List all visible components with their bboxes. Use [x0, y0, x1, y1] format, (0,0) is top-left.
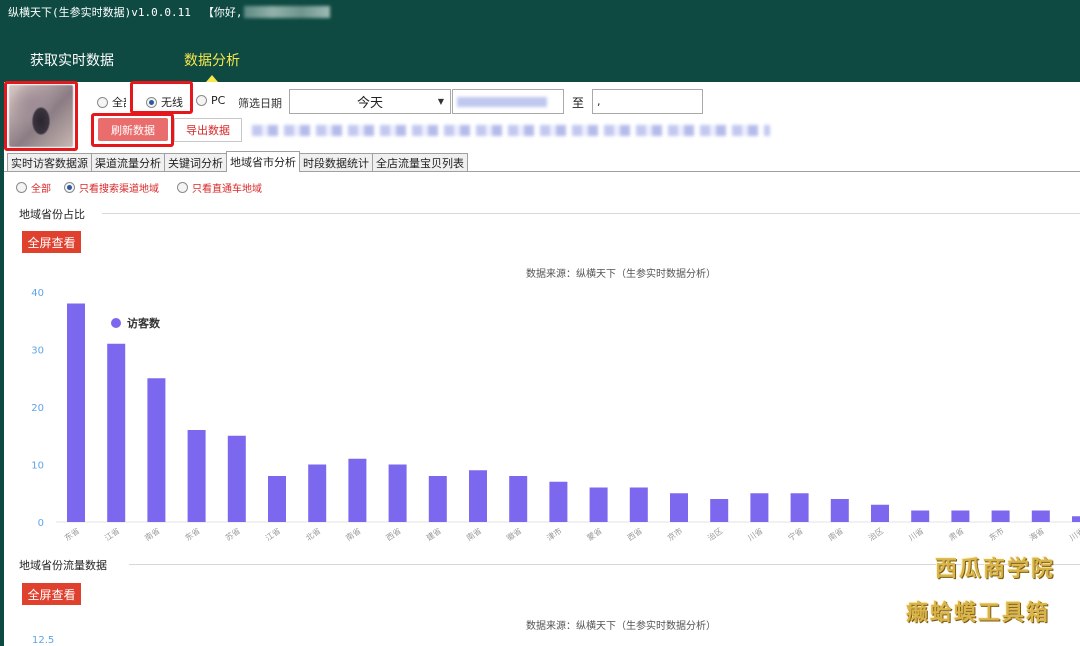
x-tick-label-6: 北省: [304, 525, 323, 542]
x-tick-label-16: 治区: [706, 525, 725, 542]
main-nav: 获取实时数据 数据分析: [0, 24, 1080, 82]
x-tick-label-22: 肃省: [947, 525, 966, 542]
bar-13[interactable]: [589, 487, 608, 523]
y-tick-label-4: 40: [31, 288, 44, 299]
watermark-line-2: 癞蛤蟆工具箱: [906, 600, 1051, 626]
bar-9[interactable]: [428, 476, 447, 522]
bar-14[interactable]: [629, 487, 648, 523]
x-tick-label-1: 江省: [103, 525, 122, 542]
watermark-line-1: 西瓜商学院: [935, 556, 1056, 582]
bar-3[interactable]: [187, 430, 206, 522]
bar-19[interactable]: [830, 499, 849, 522]
bar-24[interactable]: [1031, 510, 1050, 523]
x-tick-label-23: 东市: [987, 525, 1006, 542]
y-tick-label-3: 30: [31, 346, 44, 357]
fullscreen-button-2[interactable]: 全屏查看: [22, 583, 81, 605]
bar-20[interactable]: [871, 504, 889, 522]
bar-8[interactable]: [388, 464, 407, 523]
x-tick-label-14: 西省: [625, 525, 644, 542]
x-tick-label-5: 江省: [263, 525, 282, 542]
section-title-province-traffic: 地域省份流量数据: [19, 559, 107, 572]
y-tick-label-1: 10: [31, 461, 44, 472]
x-tick-label-21: 川省: [907, 525, 926, 542]
bar-5[interactable]: [268, 476, 286, 522]
bar-16[interactable]: [710, 499, 729, 522]
x-tick-label-7: 南省: [344, 525, 363, 542]
bar-11[interactable]: [509, 476, 528, 522]
x-tick-label-3: 东省: [183, 525, 202, 542]
bar-12[interactable]: [549, 481, 568, 522]
bar-18[interactable]: [790, 493, 809, 522]
bar-15[interactable]: [670, 493, 688, 522]
tab-data-analysis[interactable]: 数据分析: [184, 50, 240, 70]
x-tick-label-10: 南省: [464, 525, 483, 542]
x-tick-label-11: 徽省: [505, 525, 524, 542]
blurred-username: [244, 6, 331, 18]
legend-label: 访客数: [127, 316, 161, 330]
bar-17[interactable]: [750, 493, 769, 522]
x-tick-label-8: 西省: [384, 525, 403, 542]
x-tick-label-9: 建省: [424, 525, 443, 542]
province-bar-chart: 0 10 20 30 40 东省 江省 南省 东省 苏省 江省 北省 南省 西省 建省 南省 徽省 津市 蒙省 西省 京…: [31, 288, 1080, 543]
x-tick-label-2: 南省: [143, 525, 162, 542]
legend-marker[interactable]: [111, 318, 121, 328]
bar-4[interactable]: [227, 435, 246, 522]
x-tick-label-17: 川省: [746, 525, 765, 542]
x-tick-label-13: 蒙省: [585, 525, 604, 542]
chart-source-label-2: 数据来源：纵横天下（生参实时数据分析）: [526, 621, 716, 632]
x-tick-label-19: 南省: [826, 525, 845, 542]
bar-2[interactable]: [147, 378, 166, 522]
main-panel: 全部 无线 PC 筛选日期 今天 ▼ 至 , 刷新数据 导出数据 实时访客数据源…: [4, 81, 1080, 646]
window-title: 纵横天下(生参实时数据)v1.0.0.11: [8, 6, 191, 19]
tab-realtime-data[interactable]: 获取实时数据: [30, 50, 114, 70]
bar-22[interactable]: [951, 510, 970, 523]
bar-0[interactable]: [67, 303, 85, 523]
x-tick-label-18: 宁省: [786, 525, 805, 542]
bar-21[interactable]: [911, 510, 930, 523]
x-tick-label-0: 东省: [62, 525, 81, 542]
chart2-y-tick: 12.5: [32, 635, 55, 646]
title-bar: 纵横天下(生参实时数据)v1.0.0.11 【你好,: [0, 0, 1080, 24]
bar-1[interactable]: [107, 343, 126, 522]
x-tick-label-24: 海省: [1027, 525, 1046, 542]
x-tick-label-25: 川省: [1067, 525, 1080, 542]
x-tick-label-15: 京市: [665, 525, 684, 542]
y-tick-label-0: 0: [38, 518, 44, 529]
bar-23[interactable]: [991, 510, 1010, 523]
x-tick-label-12: 津市: [545, 525, 564, 542]
x-tick-label-20: 治区: [866, 525, 885, 542]
greeting-text: 【你好,: [202, 6, 243, 19]
x-tick-label-4: 苏省: [223, 525, 242, 542]
y-tick-label-2: 20: [31, 403, 44, 414]
bar-6[interactable]: [308, 464, 327, 523]
bar-25[interactable]: [1072, 516, 1080, 522]
bar-7[interactable]: [348, 458, 367, 522]
bar-10[interactable]: [469, 470, 487, 522]
